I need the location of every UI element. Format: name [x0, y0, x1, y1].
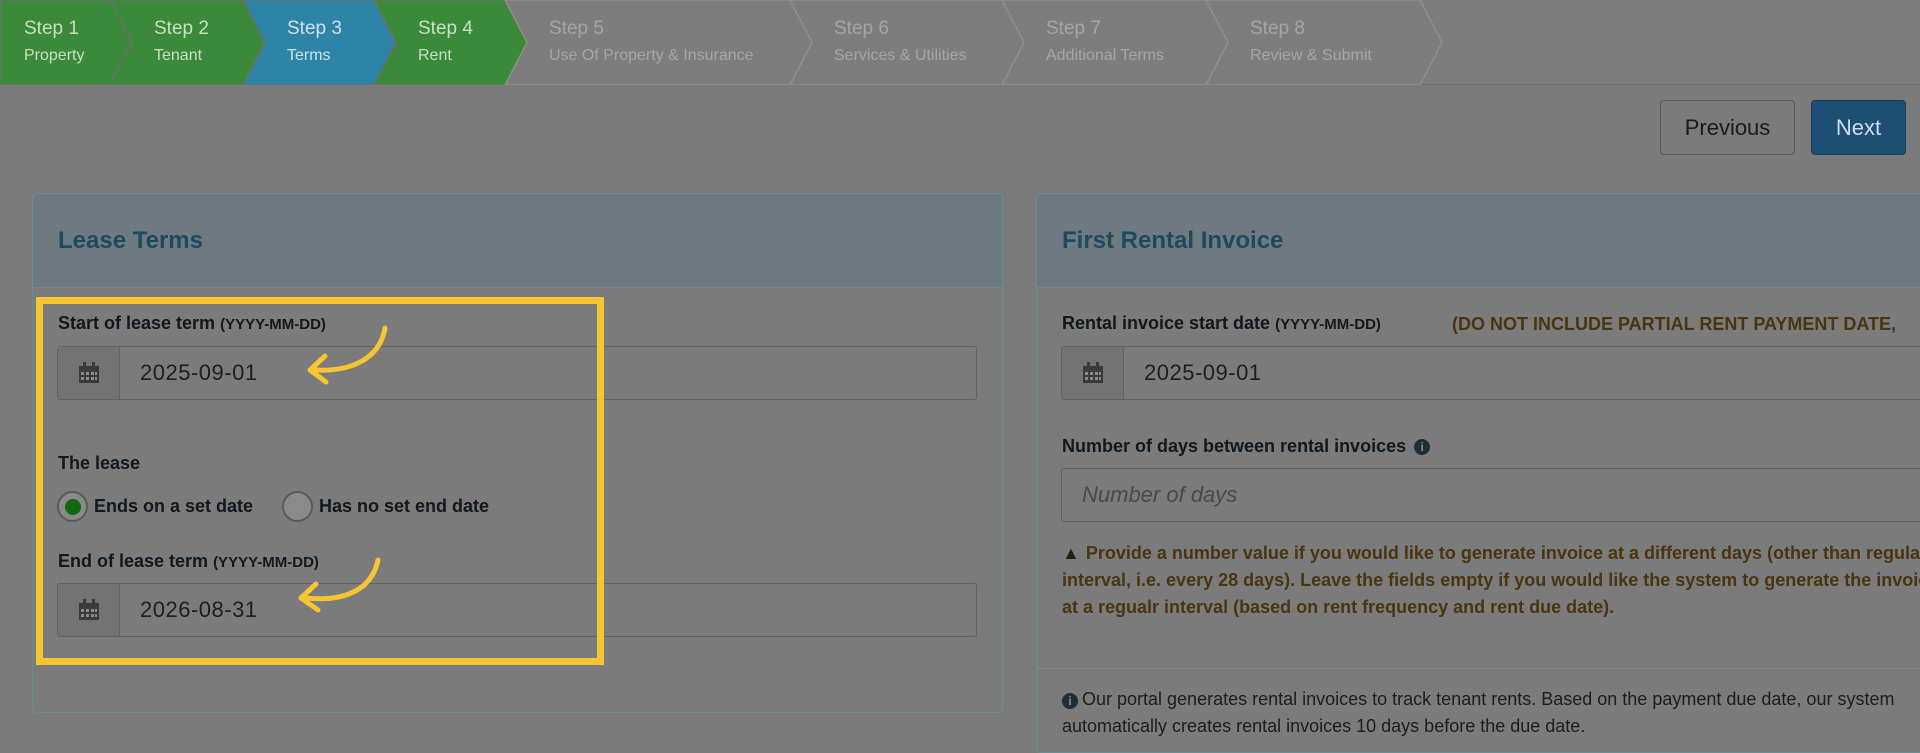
days-between-invoices-label: Number of days between rental invoices i	[1062, 436, 1431, 457]
radio-has-no-set-end-date-label: Has no set end date	[319, 496, 490, 516]
step-subtitle: Tenant	[154, 46, 203, 64]
end-of-lease-field[interactable]: 2026-08-31	[57, 583, 977, 637]
step-title: Step 8	[1250, 18, 1305, 39]
partial-rent-hint: (DO NOT INCLUDE PARTIAL RENT PAYMENT DAT…	[1452, 314, 1897, 334]
the-lease-label: The lease	[58, 453, 141, 473]
step-title: Step 6	[834, 18, 889, 39]
start-of-lease-label-text: Start of lease term	[58, 313, 216, 333]
info-circle-icon: i	[1062, 693, 1078, 709]
previous-button[interactable]: Previous	[1660, 100, 1795, 155]
calendar-icon[interactable]	[1062, 347, 1124, 399]
rental-invoice-start-format: (YYYY-MM-DD)	[1275, 316, 1381, 333]
rental-invoice-start-label-text: Rental invoice start date	[1062, 313, 1271, 333]
step-title: Step 1	[24, 18, 79, 39]
step-subtitle: Use Of Property & Insurance	[549, 46, 754, 64]
first-rental-invoice-heading: First Rental Invoice	[1037, 194, 1920, 288]
days-between-invoices-field[interactable]	[1061, 468, 1920, 522]
wizard-steps: Step 1 Property Step 2 Tenant Step 3 Terms Ste…	[0, 0, 1920, 85]
next-button[interactable]: Next	[1811, 100, 1906, 155]
info-icon[interactable]: i	[1414, 439, 1431, 455]
step-1-label[interactable]: Step 1 Property	[24, 18, 84, 65]
days-between-invoices-label-text: Number of days between rental invoices	[1062, 436, 1407, 456]
step-5-label[interactable]: Step 5 Use Of Property & Insurance	[549, 18, 754, 65]
step-subtitle: Services & Utilities	[834, 46, 967, 64]
invoice-info: i Our portal generates rental invoices to…	[1062, 686, 1920, 740]
radio-unselected-icon[interactable]	[282, 491, 313, 522]
panel-divider	[1037, 668, 1920, 669]
calendar-icon[interactable]	[58, 584, 120, 636]
radio-ends-on-set-date-label: Ends on a set date	[94, 496, 254, 516]
calendar-icon[interactable]	[58, 347, 120, 399]
step-4-label[interactable]: Step 4 Rent	[418, 18, 473, 65]
step-subtitle: Rent	[418, 46, 452, 64]
invoice-warning-text: Provide a number value if you would like…	[1062, 543, 1920, 617]
step-title: Step 3	[287, 18, 342, 39]
step-title: Step 2	[154, 18, 209, 39]
start-of-lease-field[interactable]: 2025-09-01	[57, 346, 977, 400]
end-of-lease-value[interactable]: 2026-08-31	[120, 584, 976, 636]
step-2-label[interactable]: Step 2 Tenant	[154, 18, 209, 65]
invoice-warning: ▲ Provide a number value if you would lik…	[1062, 540, 1920, 621]
step-title: Step 4	[418, 18, 473, 39]
radio-ends-on-set-date[interactable]: Ends on a set date	[57, 491, 253, 522]
rental-invoice-start-label: Rental invoice start date (YYYY-MM-DD)	[1062, 313, 1381, 334]
step-6-label[interactable]: Step 6 Services & Utilities	[834, 18, 966, 65]
step-subtitle: Property	[24, 46, 85, 64]
step-subtitle: Terms	[287, 46, 331, 64]
step-subtitle: Review & Submit	[1250, 46, 1372, 64]
lease-terms-heading: Lease Terms	[33, 194, 1002, 288]
end-of-lease-label-text: End of lease term	[58, 551, 209, 571]
step-3-label[interactable]: Step 3 Terms	[287, 18, 342, 65]
step-title: Step 7	[1046, 18, 1101, 39]
days-between-invoices-input[interactable]	[1062, 469, 1920, 521]
step-title: Step 5	[549, 18, 604, 39]
end-of-lease-label: End of lease term (YYYY-MM-DD)	[58, 551, 319, 572]
invoice-info-text: Our portal generates rental invoices to …	[1062, 689, 1895, 736]
start-of-lease-value[interactable]: 2025-09-01	[120, 347, 976, 399]
step-8-label[interactable]: Step 8 Review & Submit	[1250, 18, 1372, 65]
rental-invoice-start-value[interactable]: 2025-09-01	[1124, 347, 1920, 399]
rental-invoice-start-field[interactable]: 2025-09-01	[1061, 346, 1920, 400]
start-of-lease-label: Start of lease term (YYYY-MM-DD)	[58, 313, 326, 334]
warning-icon: ▲	[1062, 543, 1080, 563]
radio-has-no-set-end-date[interactable]: Has no set end date	[282, 491, 489, 522]
step-subtitle: Additional Terms	[1046, 46, 1164, 64]
end-of-lease-format: (YYYY-MM-DD)	[213, 554, 319, 571]
start-of-lease-format: (YYYY-MM-DD)	[220, 316, 326, 333]
step-7-label[interactable]: Step 7 Additional Terms	[1046, 18, 1164, 65]
radio-selected-icon[interactable]	[57, 491, 88, 522]
